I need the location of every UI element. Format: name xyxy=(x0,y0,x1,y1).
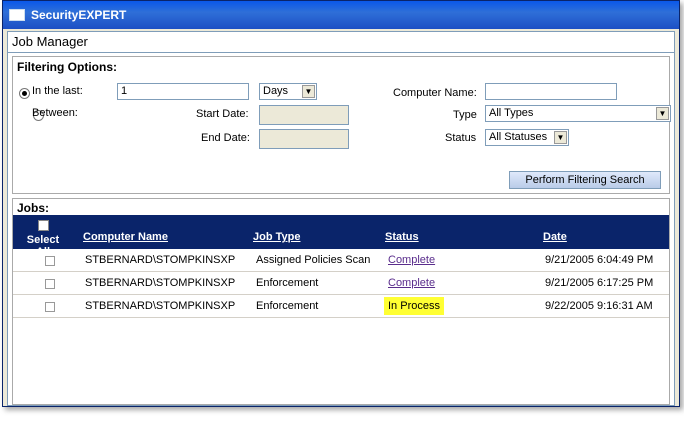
unit-select-value: Days xyxy=(263,85,289,97)
window-title: SecurityEXPERT xyxy=(31,8,127,22)
status-select[interactable]: All Statuses ▼ xyxy=(485,129,569,146)
row-computer-name: STBERNARD\STOMPKINSXP xyxy=(85,300,236,312)
row-status-link[interactable]: Complete xyxy=(388,254,435,266)
row-status-in-process: In Process xyxy=(384,297,444,315)
table-row: STBERNARD\STOMPKINSXP Enforcement Comple… xyxy=(13,272,669,295)
column-header-status[interactable]: Status xyxy=(385,231,419,243)
jobs-table: Select All Computer Name Job Type Status… xyxy=(13,215,669,318)
column-header-computer-name[interactable]: Computer Name xyxy=(83,231,168,243)
perform-search-button[interactable]: Perform Filtering Search xyxy=(509,171,661,189)
row-date: 9/21/2005 6:17:25 PM xyxy=(545,277,654,289)
end-date-field[interactable] xyxy=(259,129,349,149)
row-checkbox[interactable] xyxy=(45,256,55,266)
status-label: Status xyxy=(445,132,477,144)
start-date-label: Start Date: xyxy=(196,108,249,120)
column-header-job-type[interactable]: Job Type xyxy=(253,231,300,243)
type-select[interactable]: All Types ▼ xyxy=(485,105,671,122)
unit-select[interactable]: Days ▼ xyxy=(259,83,317,100)
row-date: 9/21/2005 6:04:49 PM xyxy=(545,254,654,266)
row-computer-name: STBERNARD\STOMPKINSXP xyxy=(85,254,236,266)
row-checkbox[interactable] xyxy=(45,302,55,312)
row-job-type: Enforcement xyxy=(256,300,319,312)
type-select-value: All Types xyxy=(489,107,534,119)
in-last-radio[interactable] xyxy=(19,87,30,99)
row-date: 9/22/2005 9:16:31 AM xyxy=(545,300,653,312)
app-window: SecurityEXPERT Job Manager Filtering Opt… xyxy=(2,0,680,407)
type-label: Type xyxy=(453,109,477,121)
app-icon xyxy=(9,9,25,21)
jobs-title: Jobs: xyxy=(17,201,50,215)
chevron-down-icon: ▼ xyxy=(302,85,315,98)
start-date-field[interactable] xyxy=(259,105,349,125)
row-checkbox[interactable] xyxy=(45,279,55,289)
filtering-options-group: Filtering Options: In the last: 1 Days ▼… xyxy=(12,56,671,194)
in-last-input[interactable]: 1 xyxy=(117,83,249,100)
select-all-checkbox[interactable] xyxy=(37,220,49,231)
row-job-type: Assigned Policies Scan xyxy=(256,254,371,266)
table-header: Select All Computer Name Job Type Status… xyxy=(13,215,669,258)
end-date-label: End Date: xyxy=(201,132,250,144)
column-header-date[interactable]: Date xyxy=(543,231,567,243)
page-title: Job Manager xyxy=(8,32,674,53)
chevron-down-icon: ▼ xyxy=(656,107,669,120)
jobs-group: Jobs: Select All Computer Name Job Type … xyxy=(12,198,670,405)
row-status-link[interactable]: Complete xyxy=(388,277,435,289)
status-select-value: All Statuses xyxy=(489,131,548,143)
computer-name-label: Computer Name: xyxy=(393,87,477,99)
row-job-type: Enforcement xyxy=(256,277,319,289)
between-label: Between: xyxy=(32,107,78,119)
chevron-down-icon: ▼ xyxy=(554,131,567,144)
title-bar: SecurityEXPERT xyxy=(3,1,679,29)
row-computer-name: STBERNARD\STOMPKINSXP xyxy=(85,277,236,289)
table-row: STBERNARD\STOMPKINSXP Enforcement In Pro… xyxy=(13,295,669,318)
in-last-label: In the last: xyxy=(32,85,83,97)
table-row: STBERNARD\STOMPKINSXP Assigned Policies … xyxy=(13,249,669,272)
job-manager-panel: Job Manager Filtering Options: In the la… xyxy=(7,31,675,406)
filtering-options-title: Filtering Options: xyxy=(17,60,117,74)
computer-name-input[interactable] xyxy=(485,83,617,100)
